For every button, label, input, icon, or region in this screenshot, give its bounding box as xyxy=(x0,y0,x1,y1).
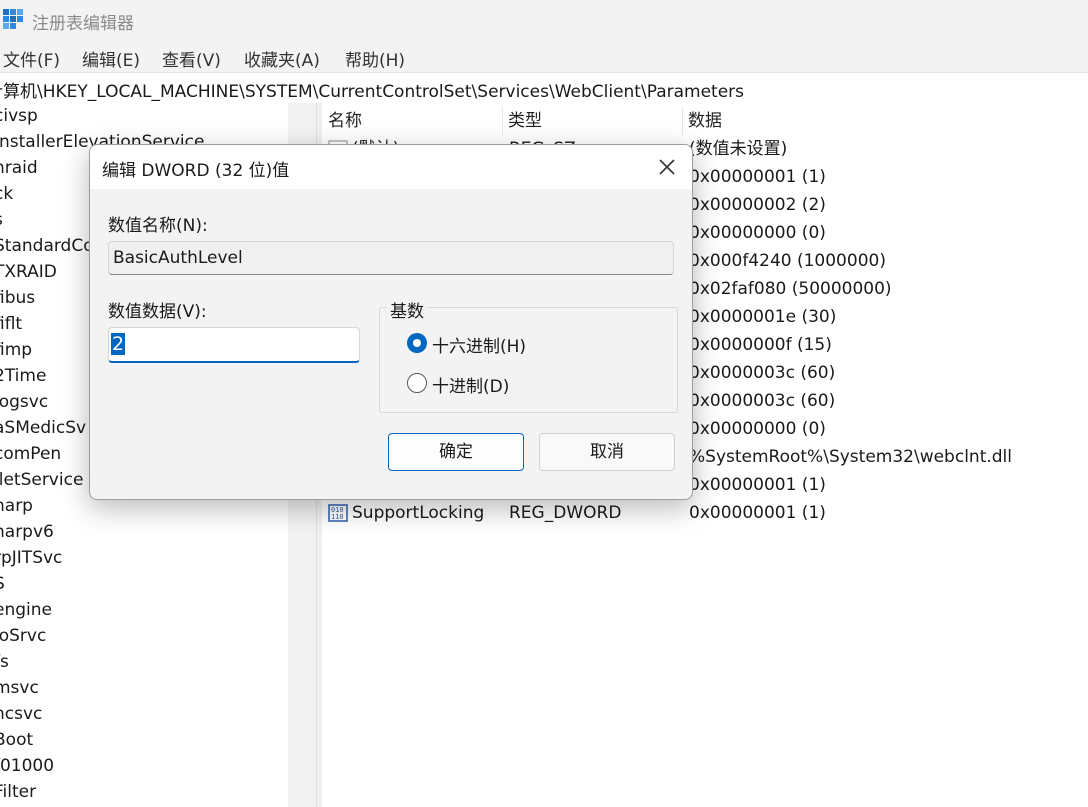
value-type: REG_DWORD xyxy=(509,503,622,523)
column-header-name[interactable]: 名称 xyxy=(322,107,503,135)
menu-view[interactable]: 查看(V) xyxy=(162,46,221,71)
value-data: 0x00000001 (1) xyxy=(689,167,826,187)
value-data: 0x000f4240 (1000000) xyxy=(689,251,886,271)
value-name-label: 数值名称(N): xyxy=(108,216,208,236)
value-row[interactable]: 010 110 SupportLocking REG_DWORD 0x000000… xyxy=(322,499,1088,527)
tree-item[interactable]: ncsvc xyxy=(0,701,42,727)
tree-item[interactable]: ck xyxy=(0,181,13,207)
tree-item[interactable]: rpJITSvc xyxy=(0,545,62,571)
value-data: 0x00000000 (0) xyxy=(689,223,826,243)
address-bar[interactable]: 计算机\HKEY_LOCAL_MACHINE\SYSTEM\CurrentCon… xyxy=(0,72,1088,104)
edit-dword-dialog: 编辑 DWORD (32 位)值 数值名称(N): BasicAuthLevel… xyxy=(89,144,693,500)
dialog-title: 编辑 DWORD (32 位)值 xyxy=(102,161,290,181)
column-header-type[interactable]: 类型 xyxy=(502,107,683,135)
tree-item[interactable]: harp xyxy=(0,493,33,519)
value-data: 0x00000001 (1) xyxy=(689,475,826,495)
tree-item[interactable]: fiflt xyxy=(0,311,22,337)
hex-radio-label[interactable]: 十六进制(H) xyxy=(432,332,526,357)
value-data: (数值未设置) xyxy=(689,139,788,159)
tree-item[interactable]: fimp xyxy=(0,337,32,363)
menu-favorites[interactable]: 收藏夹(A) xyxy=(244,46,320,71)
tree-item[interactable]: aSMedicSv xyxy=(0,415,86,441)
tree-item[interactable]: comPen xyxy=(0,441,61,467)
tree-item[interactable]: S xyxy=(0,571,5,597)
address-path[interactable]: 计算机\HKEY_LOCAL_MACHINE\SYSTEM\CurrentCon… xyxy=(0,77,744,102)
title-bar: 注册表编辑器 xyxy=(0,0,1088,40)
value-data: %SystemRoot%\System32\webclnt.dll xyxy=(689,447,1012,467)
menu-help[interactable]: 帮助(H) xyxy=(345,46,405,71)
value-name-field: BasicAuthLevel xyxy=(108,241,674,275)
value-data: 0x0000000f (15) xyxy=(689,335,832,355)
tree-item[interactable]: civsp xyxy=(0,103,38,129)
svg-text:110: 110 xyxy=(331,513,344,521)
binary-value-icon: 010110 xyxy=(328,504,348,522)
tree-item[interactable]: fs xyxy=(0,649,9,675)
tree-item[interactable]: 2Time xyxy=(0,363,46,389)
tree-item[interactable]: engine xyxy=(0,597,52,623)
value-data-text: 2 xyxy=(111,333,126,355)
tree-item[interactable]: Boot xyxy=(0,727,33,753)
decimal-radio[interactable] xyxy=(407,373,427,393)
ok-button[interactable]: 确定 xyxy=(388,433,524,471)
close-icon[interactable] xyxy=(650,153,682,181)
decimal-radio-label[interactable]: 十进制(D) xyxy=(432,372,509,397)
hex-radio[interactable] xyxy=(407,333,427,353)
value-data: 0x02faf080 (50000000) xyxy=(689,279,892,299)
tree-item[interactable]: f01000 xyxy=(0,753,54,779)
menu-bar: 文件(F) 编辑(E) 查看(V) 收藏夹(A) 帮助(H) xyxy=(0,40,1088,72)
base-label: 基数 xyxy=(387,297,427,322)
registry-editor-icon xyxy=(3,9,23,29)
tree-item[interactable]: StandardCo xyxy=(0,233,94,259)
value-data-label: 数值数据(V): xyxy=(108,302,207,322)
value-data: 0x00000000 (0) xyxy=(689,419,826,439)
value-data: 0x0000001e (30) xyxy=(689,307,837,327)
value-data-input[interactable]: 2 xyxy=(108,327,360,363)
tree-item[interactable]: msvc xyxy=(0,675,39,701)
value-data: 0x0000003c (60) xyxy=(689,391,836,411)
value-data: 0x0000003c (60) xyxy=(689,363,836,383)
cancel-button[interactable]: 取消 xyxy=(539,433,675,471)
value-data: 0x00000002 (2) xyxy=(689,195,826,215)
tree-item[interactable]: fibus xyxy=(0,285,35,311)
dialog-title-bar: 编辑 DWORD (32 位)值 xyxy=(90,145,692,189)
tree-item[interactable]: ioSrvc xyxy=(0,623,46,649)
value-name: SupportLocking xyxy=(352,503,485,523)
value-data: 0x00000001 (1) xyxy=(689,503,826,523)
tree-item[interactable]: s xyxy=(0,207,3,233)
tree-item[interactable]: TXRAID xyxy=(0,259,57,285)
tree-item[interactable]: nraid xyxy=(0,155,38,181)
tree-item[interactable]: Filter xyxy=(0,779,36,805)
tree-item[interactable]: harpv6 xyxy=(0,519,54,545)
base-group xyxy=(379,307,678,413)
tree-item[interactable]: lletService xyxy=(0,467,83,493)
menu-edit[interactable]: 编辑(E) xyxy=(82,46,140,71)
tree-item[interactable]: logsvc xyxy=(0,389,48,415)
menu-file[interactable]: 文件(F) xyxy=(3,46,60,71)
column-header-data[interactable]: 数据 xyxy=(682,107,1088,135)
window-title: 注册表编辑器 xyxy=(32,14,134,34)
